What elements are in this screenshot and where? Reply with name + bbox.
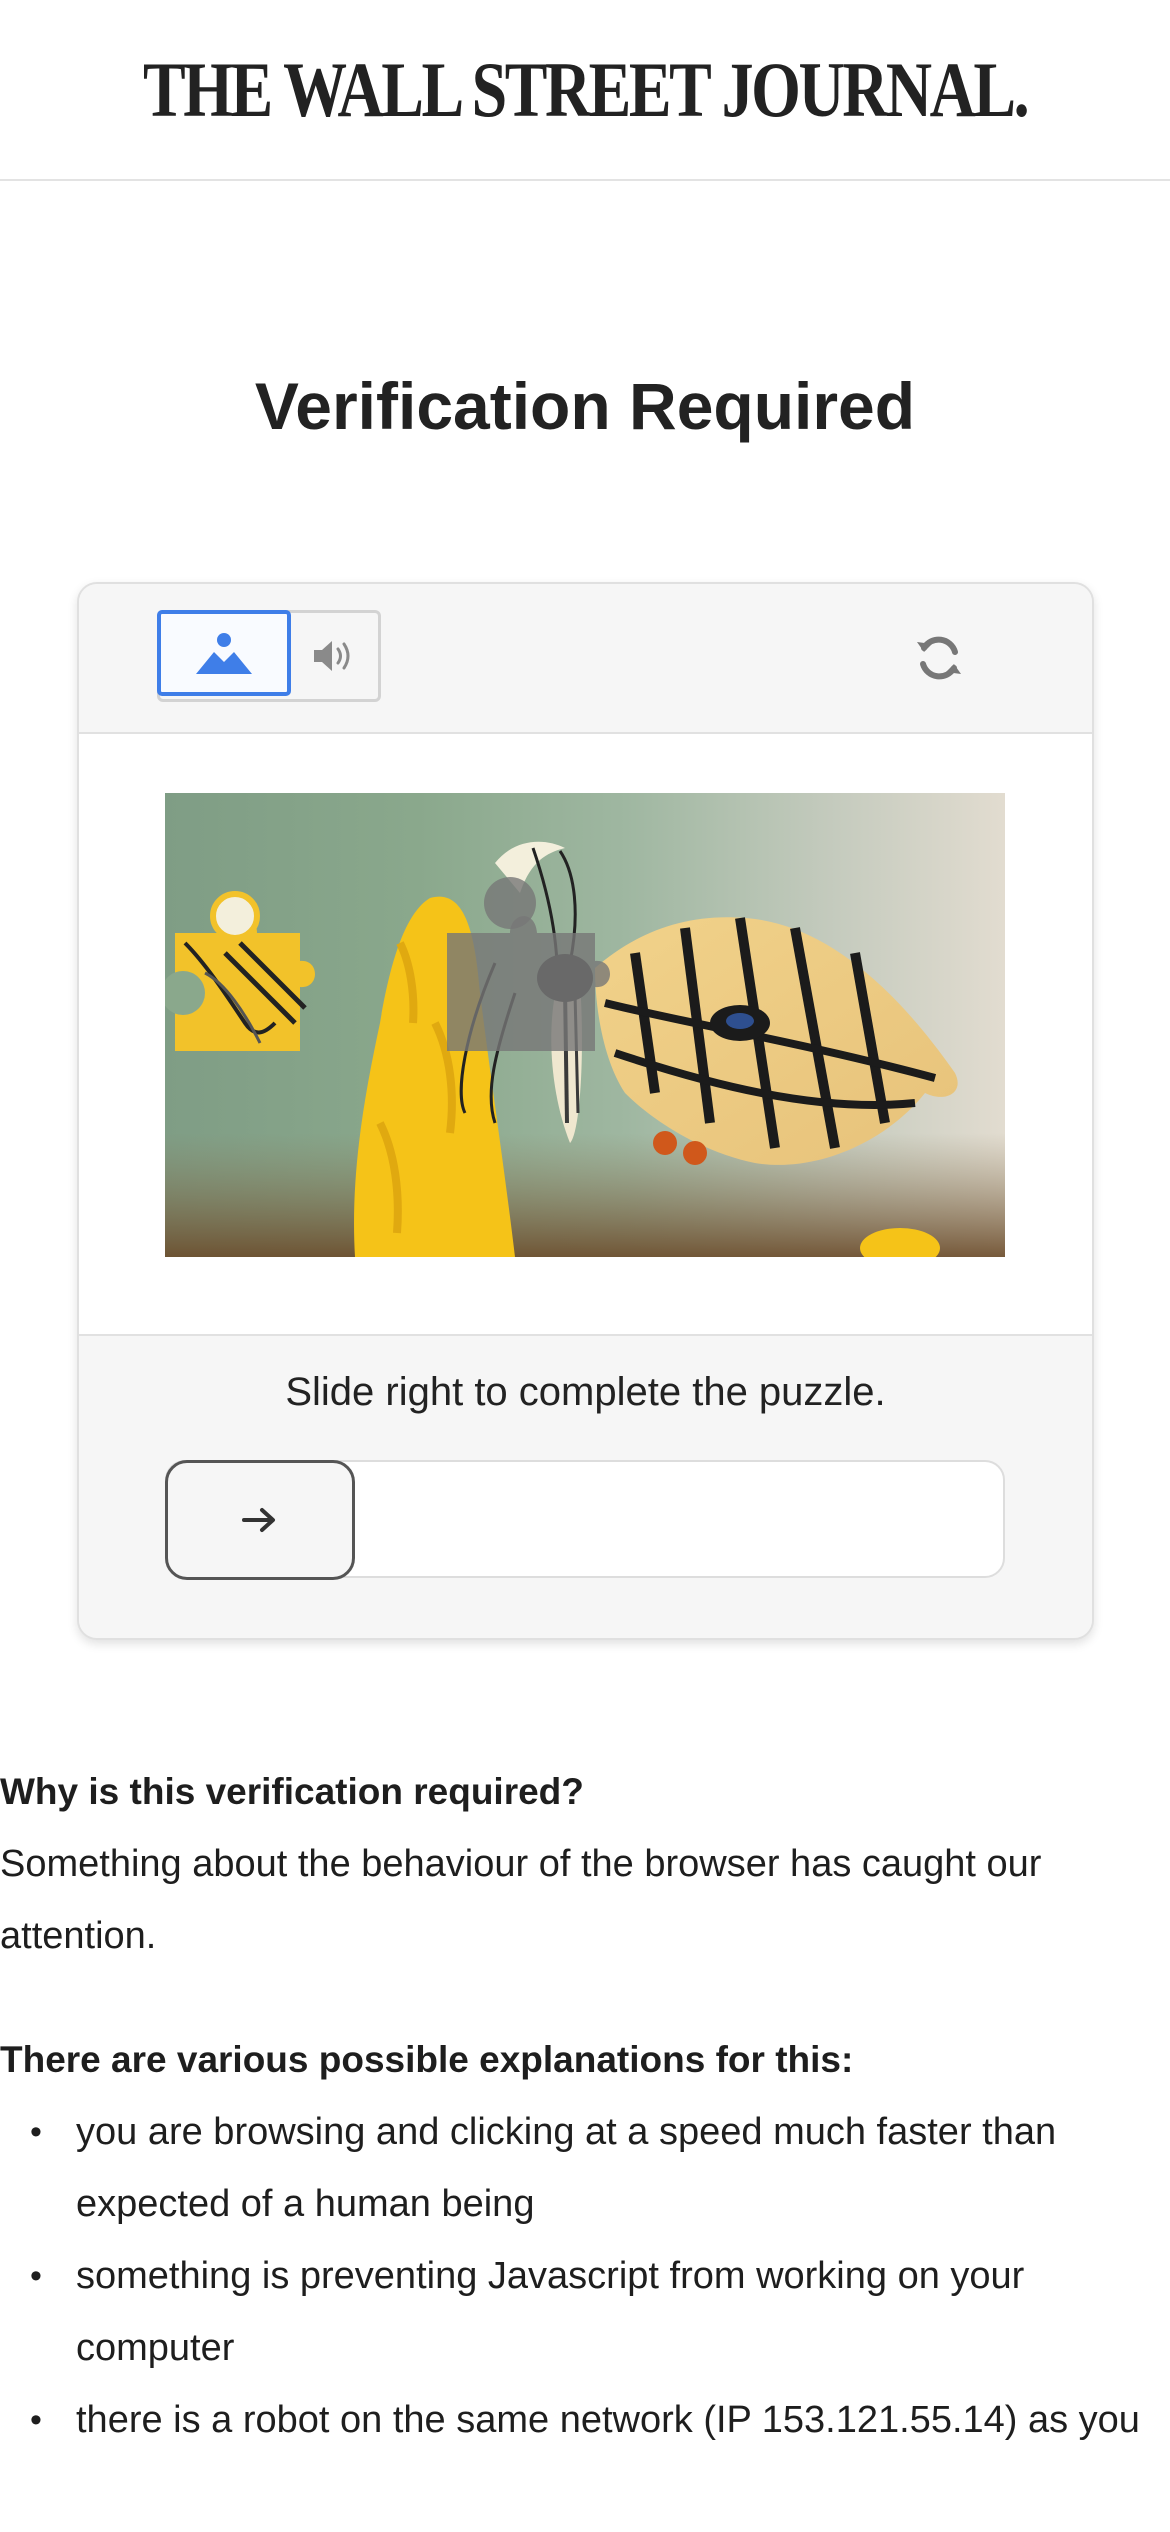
list-item: something is preventing Javascript from …: [0, 2240, 1170, 2384]
why-heading: Why is this verification required?: [0, 1771, 584, 1812]
image-mode-icon: [196, 633, 252, 674]
refresh-icon: [917, 636, 961, 680]
explanations-list: you are browsing and clicking at a speed…: [0, 2096, 1170, 2456]
audio-mode-icon: [313, 641, 349, 671]
refresh-button[interactable]: [907, 626, 971, 690]
captcha-mode-toggle: [157, 610, 381, 702]
puzzle-area: [79, 734, 1092, 1336]
verification-info: Why is this verification required? Somet…: [0, 1756, 1170, 2456]
wsj-logo: THE WALL STREET JOURNAL.: [142, 45, 1030, 133]
masthead: THE WALL STREET JOURNAL.: [0, 0, 1170, 181]
butterfly-photo: [165, 841, 1005, 1257]
image-mode-button[interactable]: [157, 610, 291, 696]
audio-mode-button[interactable]: [291, 613, 378, 699]
list-item: there is a robot on the same network (IP…: [0, 2384, 1170, 2456]
explanations-heading: There are various possible explanations …: [0, 2039, 854, 2080]
slider-handle[interactable]: [165, 1460, 355, 1580]
captcha-toolbar: [79, 584, 1092, 734]
puzzle-instruction: Slide right to complete the puzzle.: [285, 1370, 886, 1414]
why-text: Something about the behaviour of the bro…: [0, 1843, 1042, 1957]
page-title: Verification Required: [254, 369, 916, 443]
list-item: you are browsing and clicking at a speed…: [0, 2096, 1170, 2240]
slider-track[interactable]: [165, 1460, 1005, 1580]
slider-section: Slide right to complete the puzzle.: [79, 1336, 1092, 1636]
captcha-card: Slide right to complete the puzzle.: [77, 582, 1094, 1640]
arrow-right-icon: [242, 1508, 275, 1532]
puzzle-image: [165, 793, 1005, 1257]
